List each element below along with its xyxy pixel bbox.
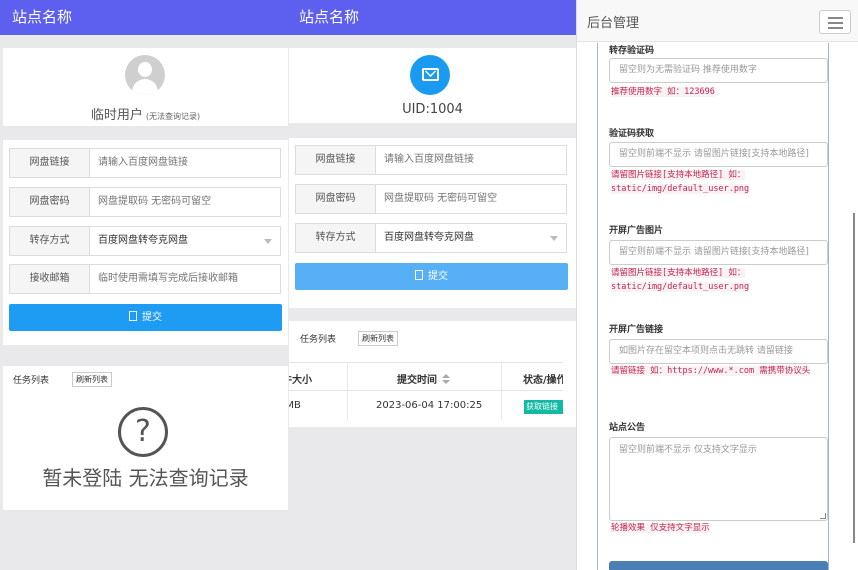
submit-label: 提交	[142, 312, 162, 323]
site-header: 站点名称	[289, 0, 576, 35]
captcha-image-help: 请留图片链接[支持本地路径] 如：static/img/default_user…	[611, 168, 833, 196]
link-input[interactable]	[91, 149, 280, 177]
captcha-label: 转存验证码	[609, 46, 655, 56]
method-row: 转存方式 百度网盘转夸克网盘	[295, 223, 567, 253]
captcha-help-text: 推荐使用数字 如：123696	[611, 87, 715, 97]
get-link-button[interactable]: 获取链接	[524, 400, 563, 414]
email-input[interactable]	[91, 265, 280, 293]
splash-link-input[interactable]: 如图片存在留空本项则点击无跳转 请留链接	[609, 339, 828, 364]
splash-image-label: 开屏广告图片	[609, 226, 664, 236]
notice-help-text: 轮播效果 仅支持文字显示	[611, 523, 710, 533]
row-time: 2023-06-04 17:00:25	[376, 400, 483, 411]
splash-image-help-text: 请留图片链接[支持本地路径] 如：static/img/default_user…	[611, 268, 750, 292]
password-label: 网盘密码	[10, 188, 90, 216]
splash-image-help: 请留图片链接[支持本地路径] 如：static/img/default_user…	[611, 266, 833, 294]
method-label: 转存方式	[10, 227, 90, 255]
notice-textarea[interactable]: 留空则前端不显示 仅支持文字显示	[609, 437, 828, 521]
captcha-image-label: 验证码获取	[609, 129, 655, 139]
task-panel: 任务列表 刷新列表 ? 暂未登陆 无法查询记录	[3, 366, 288, 510]
user-card: 临时用户 (无法查询记录)	[3, 48, 288, 126]
submit-button[interactable]: 提交	[9, 304, 282, 331]
captcha-input[interactable]: 留空则为无需验证码 推荐使用数字	[609, 58, 828, 83]
resize-grip-icon[interactable]	[820, 513, 826, 519]
link-label: 网盘链接	[296, 146, 376, 174]
table-row: 4MB	[289, 392, 347, 421]
document-icon	[129, 311, 137, 321]
settings-scroll[interactable]: 转存验证码 留空则为无需验证码 推荐使用数字 推荐使用数字 如：123696 验…	[577, 43, 858, 570]
row-size: 4MB	[289, 400, 301, 411]
email-row: 接收邮箱	[9, 264, 281, 294]
password-row: 网盘密码	[295, 184, 567, 214]
notice-placeholder: 留空则前端不显示 仅支持文字显示	[619, 445, 757, 455]
site-name: 站点名称	[299, 8, 360, 26]
password-row: 网盘密码	[9, 187, 281, 217]
site-name: 站点名称	[12, 8, 73, 26]
splash-link-label: 开屏广告链接	[609, 325, 664, 335]
captcha-image-help-text: 请留图片链接[支持本地路径] 如：static/img/default_user…	[611, 170, 750, 194]
column-status[interactable]: 状态/操作	[523, 371, 563, 386]
link-label: 网盘链接	[10, 149, 90, 177]
transfer-form: 网盘链接 网盘密码 转存方式 百度网盘转夸克网盘 接收邮箱 提交	[3, 140, 288, 345]
screenshot-stage: 站点名称 临时用户(无法查询记录) 网盘链接 网盘密码 转存方式 百度网盘转夸克…	[0, 0, 858, 570]
method-label: 转存方式	[296, 224, 376, 252]
captcha-help: 推荐使用数字 如：123696	[611, 85, 833, 99]
notice-help: 轮播效果 仅支持文字显示	[611, 521, 833, 535]
empty-message: 暂未登陆 无法查询记录	[42, 466, 249, 490]
method-select[interactable]: 百度网盘转夸克网盘	[377, 224, 566, 252]
user-avatar-icon	[125, 55, 165, 95]
splash-image-input[interactable]: 留空则前端不显示 请留图片链接[支持本地路径]	[609, 240, 828, 265]
refresh-button[interactable]: 刷新列表	[72, 372, 112, 387]
link-row: 网盘链接	[9, 148, 281, 178]
user-name-text: 临时用户	[90, 108, 143, 123]
column-size[interactable]: 文件大小	[289, 371, 312, 386]
admin-page: 后台管理 转存验证码 留空则为无需验证码 推荐使用数字 推荐使用数字 如：123…	[576, 0, 858, 570]
menu-toggle-button[interactable]	[819, 10, 851, 34]
link-input[interactable]	[377, 146, 566, 174]
sort-icon[interactable]	[442, 374, 450, 384]
task-panel: 任务列表 刷新列表 文件大小 提交时间 状态/操作 4MB 2023-06-04…	[289, 321, 576, 427]
question-icon: ?	[118, 407, 168, 457]
chevron-down-icon	[264, 239, 272, 244]
password-label: 网盘密码	[296, 185, 376, 213]
hamburger-icon	[828, 17, 843, 19]
column-time-label: 提交时间	[397, 375, 437, 386]
notice-label: 站点公告	[609, 423, 646, 433]
refresh-button[interactable]: 刷新列表	[358, 331, 398, 346]
password-input[interactable]	[377, 185, 566, 213]
user-card: UID:1004	[289, 48, 576, 123]
user-name: 临时用户 (无法查询记录)	[3, 104, 288, 123]
submit-button[interactable]: 提交	[295, 263, 568, 290]
task-title: 任务列表	[13, 376, 50, 386]
task-table: 文件大小 提交时间 状态/操作 4MB 2023-06-04 17:00:25	[289, 362, 563, 422]
link-row: 网盘链接	[295, 145, 567, 175]
submit-label: 提交	[428, 271, 448, 282]
splash-link-help: 请留链接 如：https://www.*.com 需携带协议头	[611, 364, 833, 378]
task-title: 任务列表	[300, 335, 337, 345]
site-header: 站点名称	[0, 0, 289, 35]
captcha-image-input[interactable]: 留空则前端不显示 请留图片链接[支持本地路径]	[609, 142, 828, 167]
method-row: 转存方式 百度网盘转夸克网盘	[9, 226, 281, 256]
user-page: 站点名称 UID:1004 网盘链接 网盘密码 转存方式 百度网盘转夸克网盘	[289, 0, 576, 570]
save-button[interactable]	[609, 561, 828, 570]
user-note: (无法查询记录)	[145, 112, 201, 121]
admin-title: 后台管理	[587, 16, 640, 31]
email-label: 接收邮箱	[10, 265, 90, 293]
method-select[interactable]: 百度网盘转夸克网盘	[91, 227, 280, 255]
scrollbar[interactable]	[853, 213, 855, 543]
admin-navbar: 后台管理	[577, 0, 858, 42]
document-icon	[415, 270, 423, 280]
password-input[interactable]	[91, 188, 280, 216]
guest-page: 站点名称 临时用户(无法查询记录) 网盘链接 网盘密码 转存方式 百度网盘转夸克…	[0, 0, 289, 570]
transfer-form: 网盘链接 网盘密码 转存方式 百度网盘转夸克网盘 提交	[289, 138, 576, 308]
column-time[interactable]: 提交时间	[397, 371, 450, 386]
mail-avatar-icon	[410, 55, 450, 95]
user-uid: UID:1004	[402, 102, 463, 117]
splash-link-help-text: 请留链接 如：https://www.*.com 需携带协议头	[611, 366, 811, 376]
chevron-down-icon	[550, 236, 558, 241]
